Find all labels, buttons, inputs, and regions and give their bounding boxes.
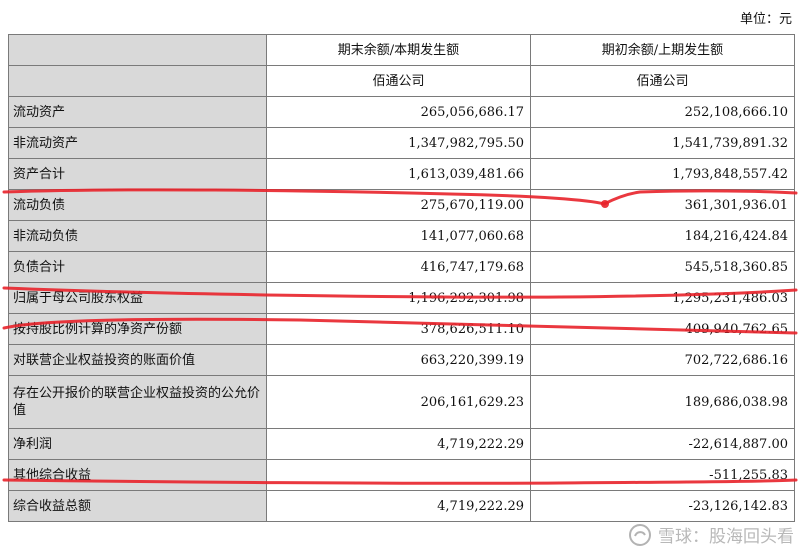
financial-table: 期末余额/本期发生额 期初余额/上期发生额 佰通公司 佰通公司 流动资产 265…	[8, 34, 795, 522]
row-value-prior: 252,108,666.10	[530, 96, 795, 128]
row-value-prior: 702,722,686.16	[530, 344, 795, 376]
snowball-logo-icon	[629, 523, 651, 546]
row-value-current: 1,196,292,301.98	[266, 282, 531, 314]
header-col2: 期初余额/上期发生额	[530, 34, 795, 66]
row-label: 对联营企业权益投资的账面价值	[8, 344, 267, 376]
subheader-row: 佰通公司 佰通公司	[8, 65, 795, 97]
row-value-prior: -23,126,142.83	[530, 490, 795, 522]
row-value-current: 4,719,222.29	[266, 490, 531, 522]
subheader-blank	[8, 65, 267, 97]
row-value-current: 206,161,629.23	[266, 375, 531, 429]
table-row: 净利润 4,719,222.29 -22,614,887.00	[8, 428, 795, 460]
row-value-prior: -511,255.83	[530, 459, 795, 491]
row-label: 综合收益总额	[8, 490, 267, 522]
row-label: 按持股比例计算的净资产份额	[8, 313, 267, 345]
watermark: 雪球：股海回头看	[628, 522, 794, 547]
watermark-text: 雪球：股海回头看	[658, 527, 794, 547]
row-value-prior: 1,541,739,891.32	[530, 127, 795, 159]
table-row: 其他综合收益 -511,255.83	[8, 459, 795, 491]
table-row: 资产合计 1,613,039,481.66 1,793,848,557.42	[8, 158, 795, 190]
table-row: 流动负债 275,670,119.00 361,301,936.01	[8, 189, 795, 221]
row-value-prior: 1,793,848,557.42	[530, 158, 795, 190]
table-row: 对联营企业权益投资的账面价值 663,220,399.19 702,722,68…	[8, 344, 795, 376]
row-label: 其他综合收益	[8, 459, 267, 491]
row-label: 非流动资产	[8, 127, 267, 159]
table-row: 综合收益总额 4,719,222.29 -23,126,142.83	[8, 490, 795, 522]
row-value-current: 378,626,511.10	[266, 313, 531, 345]
row-value-prior: 1,295,231,486.03	[530, 282, 795, 314]
row-label: 流动负债	[8, 189, 267, 221]
row-label: 存在公开报价的联营企业权益投资的公允价值	[8, 375, 267, 429]
header-blank	[8, 34, 267, 66]
row-value-current: 141,077,060.68	[266, 220, 531, 252]
row-value-prior: -22,614,887.00	[530, 428, 795, 460]
table-row: 按持股比例计算的净资产份额 378,626,511.10 409,940,762…	[8, 313, 795, 345]
table-row: 非流动资产 1,347,982,795.50 1,541,739,891.32	[8, 127, 795, 159]
row-label: 资产合计	[8, 158, 267, 190]
table-row: 流动资产 265,056,686.17 252,108,666.10	[8, 96, 795, 128]
row-value-prior: 184,216,424.84	[530, 220, 795, 252]
row-value-current: 1,613,039,481.66	[266, 158, 531, 190]
row-value-prior: 361,301,936.01	[530, 189, 795, 221]
table-row: 存在公开报价的联营企业权益投资的公允价值 206,161,629.23 189,…	[8, 375, 795, 429]
header-col1: 期末余额/本期发生额	[266, 34, 531, 66]
row-label: 净利润	[8, 428, 267, 460]
table-row: 归属于母公司股东权益 1,196,292,301.98 1,295,231,48…	[8, 282, 795, 314]
header-row: 期末余额/本期发生额 期初余额/上期发生额	[8, 34, 795, 66]
row-value-current	[266, 459, 531, 491]
row-value-current: 265,056,686.17	[266, 96, 531, 128]
subheader-col1: 佰通公司	[266, 65, 531, 97]
row-label: 流动资产	[8, 96, 267, 128]
row-value-prior: 545,518,360.85	[530, 251, 795, 283]
subheader-col2: 佰通公司	[530, 65, 795, 97]
table-row: 非流动负债 141,077,060.68 184,216,424.84	[8, 220, 795, 252]
row-label: 非流动负债	[8, 220, 267, 252]
row-value-current: 416,747,179.68	[266, 251, 531, 283]
table-row: 负债合计 416,747,179.68 545,518,360.85	[8, 251, 795, 283]
row-value-current: 4,719,222.29	[266, 428, 531, 460]
unit-label: 单位：元	[739, 12, 792, 27]
row-value-prior: 189,686,038.98	[530, 375, 795, 429]
row-value-current: 275,670,119.00	[266, 189, 531, 221]
row-label: 负债合计	[8, 251, 267, 283]
row-value-current: 663,220,399.19	[266, 344, 531, 376]
row-label: 归属于母公司股东权益	[8, 282, 267, 314]
row-value-current: 1,347,982,795.50	[266, 127, 531, 159]
row-value-prior: 409,940,762.65	[530, 313, 795, 345]
